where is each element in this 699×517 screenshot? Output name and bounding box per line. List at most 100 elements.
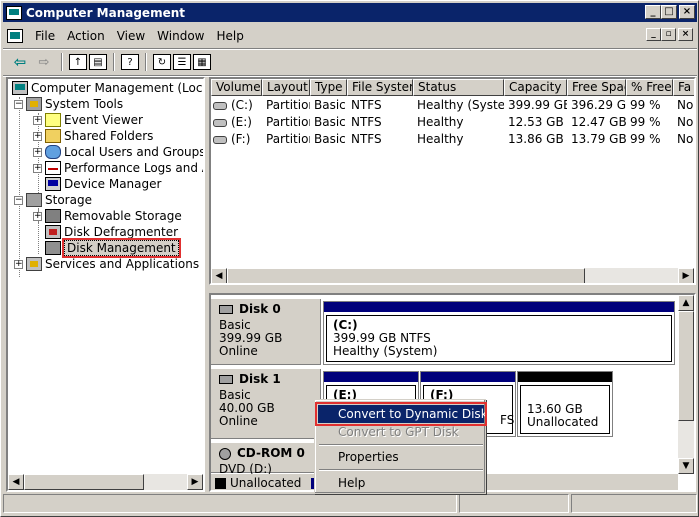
back-arrow-icon[interactable]: ⇦ xyxy=(9,52,31,72)
cdrom-0-info[interactable]: CD-ROM 0 DVD (D:) xyxy=(211,443,321,476)
mdi-restore-button[interactable]: ▫ xyxy=(661,28,676,41)
primary-partition-bar xyxy=(324,302,674,312)
disk-1-info[interactable]: Disk 1 Basic 40.00 GB Online xyxy=(211,369,321,439)
help-icon[interactable]: ? xyxy=(121,54,139,70)
column-header[interactable]: Fa xyxy=(673,79,694,96)
tree-item-storage[interactable]: − Storage xyxy=(14,192,92,208)
scroll-right-icon[interactable]: ▶ xyxy=(187,474,203,490)
menu-item-convert-dynamic[interactable]: Convert to Dynamic Disk... xyxy=(315,402,499,426)
column-header[interactable]: File System xyxy=(347,79,413,96)
tree-item-disk-defragmenter[interactable]: Disk Defragmenter xyxy=(45,224,178,240)
scroll-down-icon[interactable]: ▼ xyxy=(678,458,694,474)
table-cell: 99 % xyxy=(626,97,673,114)
tree-item-disk-management[interactable]: Disk Management xyxy=(45,238,181,258)
table-cell: Basic xyxy=(310,114,347,131)
collapse-icon[interactable]: − xyxy=(14,99,23,109)
column-header[interactable]: Capacity xyxy=(504,79,567,96)
list-horizontal-scrollbar[interactable]: ◀ ▶ xyxy=(211,268,694,283)
scroll-thumb[interactable] xyxy=(227,268,585,283)
refresh-icon[interactable]: ↻ xyxy=(153,54,171,70)
minimize-button[interactable]: _ xyxy=(645,5,661,19)
volume-list: Volume Layout Type File System Status Ca… xyxy=(209,77,696,285)
expand-icon[interactable]: + xyxy=(33,163,42,173)
status-panel xyxy=(3,494,457,513)
tree-item-device-manager[interactable]: Device Manager xyxy=(45,176,161,192)
table-cell: Basic xyxy=(310,131,347,148)
properties-icon[interactable]: ☰ xyxy=(173,54,191,70)
disk-0-info[interactable]: Disk 0 Basic 399.99 GB Online xyxy=(211,299,321,365)
expand-icon[interactable]: + xyxy=(33,147,42,157)
menu-help[interactable]: Help xyxy=(211,29,250,43)
tree-item-event-viewer[interactable]: + Event Viewer xyxy=(33,112,143,128)
scroll-right-icon[interactable]: ▶ xyxy=(678,268,694,283)
tree-label: System Tools xyxy=(45,97,124,111)
forward-arrow-icon[interactable]: ⇨ xyxy=(33,52,55,72)
mdi-minimize-button[interactable]: _ xyxy=(646,28,661,41)
cell-text: (F:) xyxy=(231,132,251,146)
status-panel xyxy=(571,494,697,513)
tree-item-removable-storage[interactable]: + Removable Storage xyxy=(33,208,182,224)
disk-vertical-scrollbar[interactable]: ▲ ▼ xyxy=(678,295,694,474)
cell-text: (C:) xyxy=(231,98,253,112)
menu-item-convert-gpt[interactable]: Convert to GPT Disk xyxy=(318,423,484,441)
tree-item-performance-logs[interactable]: + Performance Logs and Alerts xyxy=(33,160,203,176)
mdi-child-icon[interactable] xyxy=(7,29,23,43)
mdi-close-button[interactable]: × xyxy=(678,28,693,41)
table-cell: (E:) xyxy=(211,114,262,131)
title-bar[interactable]: Computer Management _ □ × xyxy=(3,3,697,22)
table-row[interactable]: (C:) Partition Basic NTFS Healthy (System) 39… xyxy=(211,97,694,114)
tree-item-shared-folders[interactable]: + Shared Folders xyxy=(33,128,153,144)
tree-item-system-tools[interactable]: − System Tools xyxy=(14,96,123,112)
menu-item-properties[interactable]: Properties xyxy=(318,448,484,466)
scroll-thumb[interactable] xyxy=(678,311,694,421)
export-list-icon[interactable]: ▦ xyxy=(193,54,211,70)
storage-icon xyxy=(26,193,42,207)
show-hide-tree-icon[interactable]: ▤ xyxy=(89,54,107,70)
tree-item-computer-management[interactable]: Computer Management (Local) xyxy=(12,80,203,96)
partition-c[interactable]: (C:) 399.99 GB NTFS Healthy (System) xyxy=(323,301,675,365)
expand-icon[interactable]: + xyxy=(33,131,42,141)
removable-storage-icon xyxy=(45,209,61,223)
scroll-left-icon[interactable]: ◀ xyxy=(211,268,227,283)
column-header[interactable]: Status xyxy=(413,79,504,96)
table-cell: 396.29 GB xyxy=(567,97,626,114)
menu-window[interactable]: Window xyxy=(151,29,210,43)
menu-view[interactable]: View xyxy=(111,29,151,43)
column-header[interactable]: Free Space xyxy=(567,79,626,96)
window-title: Computer Management xyxy=(26,5,185,20)
collapse-icon[interactable]: − xyxy=(14,195,23,205)
disk-name: Disk 1 xyxy=(239,372,281,386)
table-row[interactable]: (E:) Partition Basic NTFS Healthy 12.53 GB 12.… xyxy=(211,114,694,131)
scroll-up-icon[interactable]: ▲ xyxy=(678,295,694,311)
column-header[interactable]: Volume xyxy=(211,79,262,96)
tree-item-services[interactable]: + Services and Applications xyxy=(14,256,199,272)
menu-file[interactable]: File xyxy=(29,29,61,43)
menu-item-help[interactable]: Help xyxy=(318,474,484,492)
column-header[interactable]: % Free xyxy=(626,79,673,96)
scroll-thumb[interactable] xyxy=(24,474,144,490)
unallocated-space[interactable]: 13.60 GB Unallocated xyxy=(517,371,613,437)
close-button[interactable]: × xyxy=(679,5,695,19)
column-header[interactable]: Layout xyxy=(262,79,310,96)
column-header[interactable]: Type xyxy=(310,79,347,96)
up-level-icon[interactable]: ↑ xyxy=(69,54,87,70)
tree-label: Removable Storage xyxy=(64,209,182,223)
toolbar-divider xyxy=(145,53,147,71)
menu-action[interactable]: Action xyxy=(61,29,111,43)
expand-icon[interactable]: + xyxy=(14,259,23,269)
scroll-left-icon[interactable]: ◀ xyxy=(8,474,24,490)
tree-horizontal-scrollbar[interactable]: ◀ ▶ xyxy=(8,474,203,490)
cell-text: Healthy (System) xyxy=(417,98,504,112)
table-row[interactable]: (F:) Partition Basic NTFS Healthy 13.86 GB 13.… xyxy=(211,131,694,148)
expand-icon[interactable]: + xyxy=(33,115,42,125)
table-cell: Healthy (System) xyxy=(413,97,504,114)
tree-label: Event Viewer xyxy=(64,113,143,127)
table-cell: 12.53 GB xyxy=(504,114,567,131)
tree-item-local-users[interactable]: + Local Users and Groups xyxy=(33,144,203,160)
expand-icon[interactable]: + xyxy=(33,211,42,221)
maximize-button[interactable]: □ xyxy=(661,5,677,19)
table-cell: No xyxy=(673,131,694,148)
table-cell: Basic xyxy=(310,97,347,114)
toolbar-divider xyxy=(61,53,63,71)
menu-bar: File Action View Window Help _ ▫ × xyxy=(3,25,697,47)
